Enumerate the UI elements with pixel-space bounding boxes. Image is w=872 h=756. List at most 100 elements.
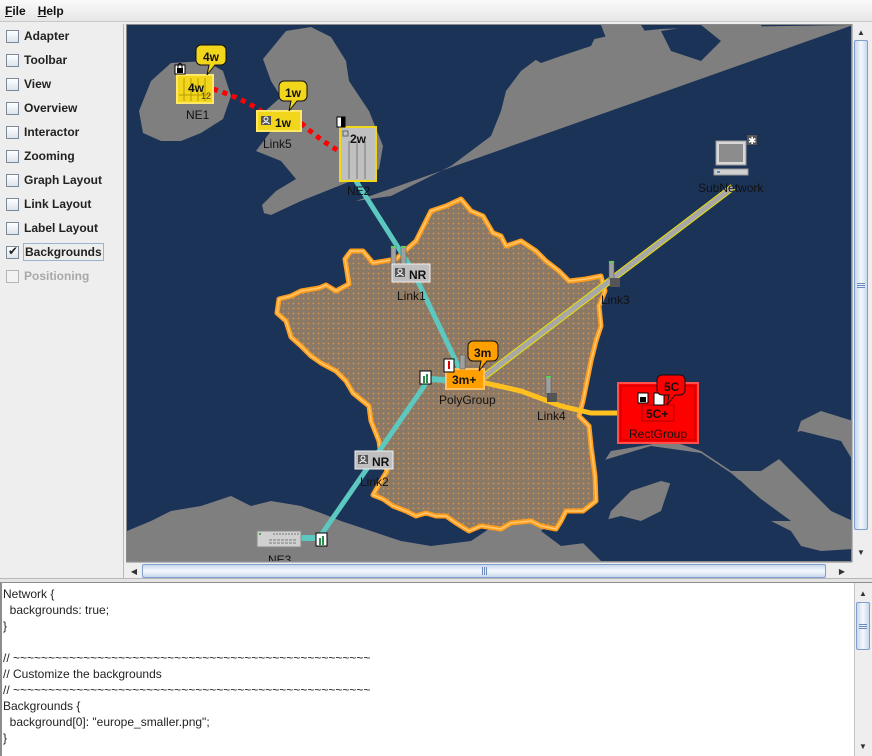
ne3-label: NE3 — [268, 553, 292, 562]
code-line: // ~~~~~~~~~~~~~~~~~~~~~~~~~~~~~~~~~~~~~… — [3, 683, 371, 697]
link3-label: Link3 — [601, 293, 630, 307]
menu-file[interactable]: File — [5, 4, 26, 18]
option-label: Graph Layout — [24, 173, 103, 187]
option-toolbar[interactable]: Toolbar — [0, 48, 123, 72]
checkbox[interactable] — [6, 197, 19, 211]
option-link-layout[interactable]: Link Layout — [0, 192, 123, 216]
rectgroup-balloon-text: 5C — [664, 380, 680, 394]
battery-icon — [315, 532, 328, 547]
scroll-thumb[interactable] — [854, 40, 868, 530]
option-label: Link Layout — [24, 197, 92, 211]
user-icon — [358, 455, 368, 464]
scroll-corner — [852, 562, 872, 578]
checkbox-disabled — [6, 269, 19, 283]
thermometer-icon — [443, 358, 455, 373]
option-label-layout[interactable]: Label Layout — [0, 216, 123, 240]
grip-icon — [481, 567, 487, 575]
link1-badge-text: NR — [409, 268, 427, 282]
arrow-down-icon: ▼ — [857, 547, 865, 557]
option-view[interactable]: View — [0, 72, 123, 96]
arrow-down-icon: ▼ — [859, 741, 867, 751]
scroll-up-button[interactable]: ▲ — [853, 24, 869, 40]
polygroup-badge-text: 3m+ — [452, 373, 476, 387]
rectgroup-node[interactable]: 5C+ 5C RectGroup — [617, 374, 699, 444]
view-vertical-scrollbar[interactable]: ▲ ▼ — [852, 24, 869, 562]
code-vertical-scrollbar[interactable]: ▲ ▼ — [854, 583, 872, 756]
checkbox[interactable] — [6, 53, 19, 67]
arrow-up-icon: ▲ — [857, 27, 865, 37]
ne2-label: NE2 — [347, 184, 371, 198]
arrow-right-icon: ▶ — [838, 566, 846, 576]
checkbox[interactable] — [6, 29, 19, 43]
option-graph-layout[interactable]: Graph Layout — [0, 168, 123, 192]
rectgroup-label: RectGroup — [629, 427, 687, 441]
close-icon: ✱ — [747, 135, 757, 147]
option-label: Toolbar — [24, 53, 68, 67]
link5-label: Link5 — [263, 137, 292, 151]
option-label: Backgrounds — [23, 243, 104, 261]
polygroup-label: PolyGroup — [439, 393, 496, 407]
option-label: View — [24, 77, 52, 91]
ne2-badge: 2w — [350, 132, 367, 146]
antenna-icon — [608, 260, 615, 280]
option-zooming[interactable]: Zooming — [0, 144, 123, 168]
scroll-up-button[interactable]: ▲ — [855, 585, 871, 601]
link5-balloon-text: 1w — [285, 86, 302, 100]
checkbox-checked[interactable] — [6, 244, 19, 259]
flag-icon — [336, 116, 346, 128]
code-line: Network { — [3, 587, 55, 601]
scroll-thumb[interactable] — [142, 564, 826, 578]
option-backgrounds[interactable]: Backgrounds — [0, 240, 123, 264]
scroll-left-button[interactable]: ◀ — [126, 563, 142, 579]
scroll-down-button[interactable]: ▼ — [855, 738, 871, 754]
code-line: // Customize the backgrounds — [3, 667, 162, 681]
code-line: } — [3, 731, 8, 745]
user-icon — [395, 268, 405, 277]
grip-icon — [857, 282, 865, 288]
rectgroup-badge-text: 5C+ — [646, 407, 668, 421]
checkbox[interactable] — [6, 173, 19, 187]
view-horizontal-scrollbar[interactable]: ◀ ▶ — [126, 562, 852, 579]
option-adapter[interactable]: Adapter — [0, 24, 123, 48]
subnetwork-label: SubNetwork — [698, 181, 764, 195]
grip-icon — [859, 623, 867, 629]
arrow-left-icon: ◀ — [130, 566, 138, 576]
battery-icon — [419, 370, 432, 385]
ne1-balloon-text: 4w — [203, 50, 220, 64]
antenna-icon — [459, 354, 466, 370]
option-positioning: Positioning — [0, 264, 123, 288]
network-canvas[interactable]: 4w 12 4w NE1 1w 1w Link5 2w NE2 ✱ SubNet… — [127, 25, 852, 562]
scroll-right-button[interactable]: ▶ — [834, 563, 850, 579]
option-label: Adapter — [24, 29, 70, 43]
user-icon — [547, 393, 557, 402]
checkbox[interactable] — [6, 221, 19, 235]
user-icon — [261, 116, 271, 125]
checkbox[interactable] — [6, 125, 19, 139]
checkbox[interactable] — [6, 101, 19, 115]
code-line: background[0]: "europe_smaller.png"; — [3, 715, 210, 729]
option-label: Label Layout — [24, 221, 99, 235]
scroll-down-button[interactable]: ▼ — [853, 544, 869, 560]
menu-bar: File Help — [0, 0, 872, 22]
option-interactor[interactable]: Interactor — [0, 120, 123, 144]
arrow-up-icon: ▲ — [859, 588, 867, 598]
option-label: Positioning — [24, 269, 90, 283]
option-label: Overview — [24, 101, 78, 115]
svg-text:✱: ✱ — [748, 136, 756, 147]
css-code-area[interactable]: Network { backgrounds: true; } // ~~~~~~… — [0, 583, 854, 756]
scroll-thumb[interactable] — [856, 602, 870, 650]
code-line: backgrounds: true; — [3, 603, 110, 617]
option-label: Interactor — [24, 125, 80, 139]
checkbox[interactable] — [6, 77, 19, 91]
option-overview[interactable]: Overview — [0, 96, 123, 120]
code-line: } — [3, 619, 8, 633]
lock-icon — [637, 392, 649, 404]
option-label: Zooming — [24, 149, 75, 163]
checkbox[interactable] — [6, 149, 19, 163]
network-view[interactable]: 4w 12 4w NE1 1w 1w Link5 2w NE2 ✱ SubNet… — [126, 24, 852, 562]
user-icon — [610, 278, 620, 287]
menu-help-label: elp — [46, 3, 64, 18]
menu-help[interactable]: Help — [38, 4, 64, 18]
link2-badge-text: NR — [372, 455, 390, 469]
